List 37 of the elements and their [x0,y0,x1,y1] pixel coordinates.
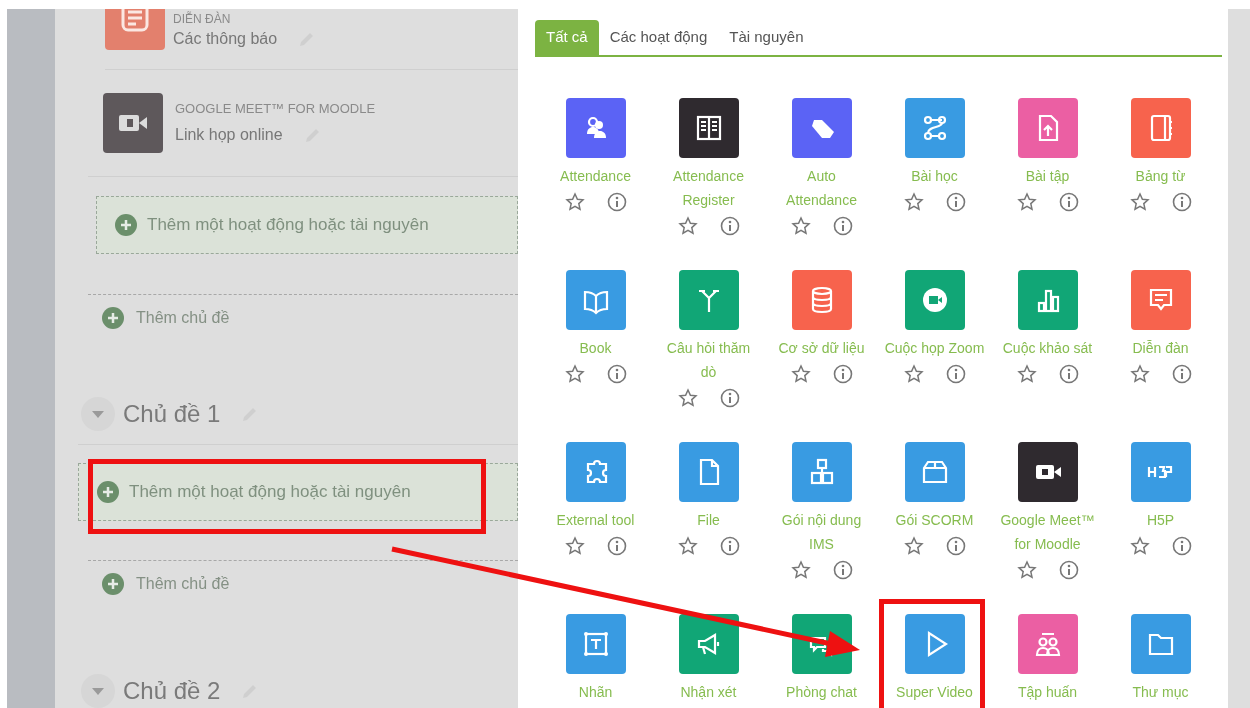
activity-label[interactable]: Nhận xét [658,680,759,704]
activity-label[interactable]: Auto Attendance [771,164,872,212]
activity-label[interactable]: Cơ sở dữ liệu [771,336,872,360]
activity-label[interactable]: Bài tập [997,164,1098,188]
activity-label[interactable]: Cuộc khảo sát [997,336,1098,360]
activity-label[interactable]: Tập huấn [997,680,1098,704]
add-activity-button[interactable]: Thêm một hoạt động hoặc tài nguyên [96,196,518,254]
activity-type: DIỄN ĐÀN [173,11,232,27]
add-activity-button[interactable]: Thêm một hoạt động hoặc tài nguyên [78,463,518,521]
activity-label[interactable]: Attendance [545,164,646,188]
tab[interactable]: Tất cả [535,20,599,55]
section-title: Chủ đề 2 [123,676,221,706]
add-topic-button[interactable]: Thêm chủ đề [102,571,230,596]
tab[interactable]: Các hoạt động [598,20,719,55]
activity-label[interactable]: Phòng chat [771,680,872,704]
section-title: Chủ đề 1 [123,399,221,429]
activity-label[interactable]: Gói SCORM [884,508,985,532]
activity-label[interactable]: Nhãn [545,680,646,704]
activity-name[interactable]: Các thông báo [173,27,278,51]
activity-label[interactable]: Gói nội dung IMS [771,508,872,556]
activity-label[interactable]: External tool [545,508,646,532]
activity-label[interactable]: Super Video [884,680,985,704]
activity-label[interactable]: Câu hỏi thăm dò [658,336,759,384]
activity-label[interactable]: Thư mục [1110,680,1211,704]
add-topic-button[interactable]: Thêm chủ đề [102,305,230,330]
activity-label[interactable]: Bài học [884,164,985,188]
activity-label[interactable]: Diễn đàn [1110,336,1211,360]
activity-label[interactable]: Attendance Register [658,164,759,212]
activity-label[interactable]: Book [545,336,646,360]
activity-label[interactable]: H5P [1110,508,1211,532]
activity-label[interactable]: Bảng từ [1110,164,1211,188]
tab[interactable]: Tài nguyên [718,20,815,55]
activity-label[interactable]: Google Meet™ for Moodle [997,508,1098,556]
activity-name[interactable]: Link họp online [175,122,283,147]
activity-label[interactable]: File [658,508,759,532]
activity-type: GOOGLE MEET™ FOR MOODLE [175,100,376,119]
activity-label[interactable]: Cuộc họp Zoom [884,336,985,360]
